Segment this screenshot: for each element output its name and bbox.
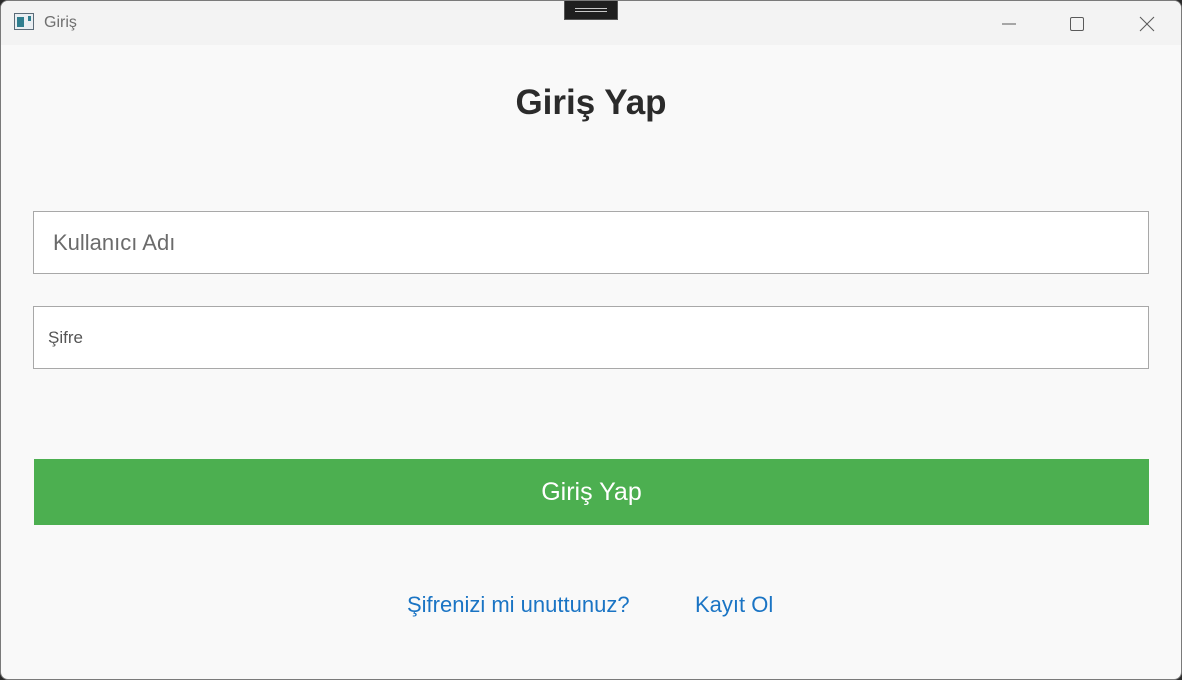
username-input[interactable] (34, 212, 1148, 273)
register-link[interactable]: Kayıt Ol (695, 591, 773, 619)
maximize-icon (1070, 17, 1084, 31)
username-field[interactable] (33, 211, 1149, 274)
password-field[interactable] (33, 306, 1149, 369)
password-input[interactable] (34, 307, 1148, 368)
close-button[interactable] (1111, 1, 1181, 45)
snap-layout-handle[interactable] (564, 1, 618, 20)
login-button[interactable]: Giriş Yap (34, 459, 1149, 525)
minimize-icon (1002, 23, 1016, 25)
login-window: Giriş Giriş Yap Giriş Yap Şifr (0, 0, 1182, 680)
title-bar[interactable]: Giriş (1, 1, 1181, 45)
window-title: Giriş (44, 14, 77, 31)
window-app-icon (14, 13, 34, 30)
minimize-button[interactable] (972, 1, 1042, 45)
page-title: Giriş Yap (515, 83, 667, 122)
forgot-password-link[interactable]: Şifrenizi mi unuttunuz? (407, 591, 630, 619)
maximize-button[interactable] (1041, 1, 1111, 45)
close-icon (1139, 16, 1155, 32)
